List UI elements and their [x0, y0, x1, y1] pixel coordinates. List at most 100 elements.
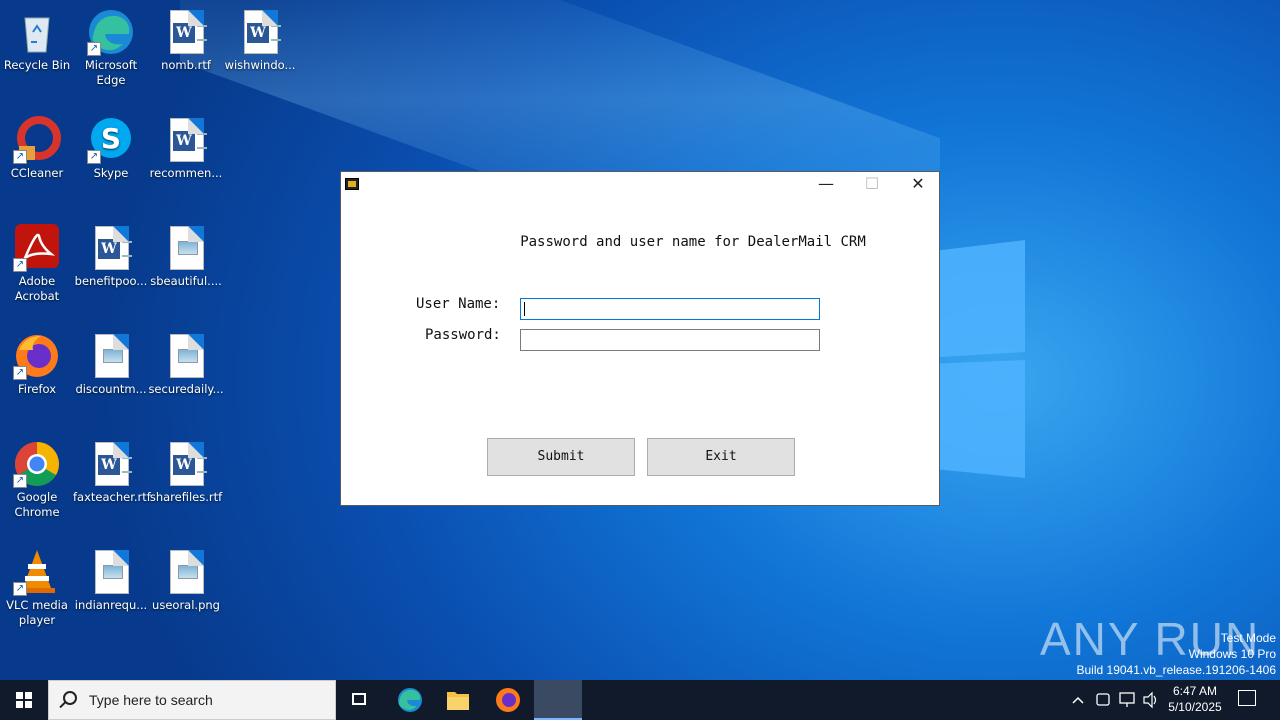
- word-document-icon: W: [95, 226, 132, 270]
- desktop-icon-label: Recycle Bin: [3, 58, 71, 72]
- login-dialog: — ☐ ✕ Password and user name for DealerM…: [340, 171, 940, 506]
- volume-icon[interactable]: [1142, 680, 1160, 720]
- desktop-icon-label: recommen...: [149, 166, 223, 180]
- shortcut-arrow-icon: ↗: [87, 42, 101, 56]
- close-button[interactable]: ✕: [895, 172, 941, 196]
- shortcut-arrow-icon: ↗: [13, 150, 27, 164]
- desktop-icon-label: sharefiles.rtf: [149, 490, 223, 504]
- task-view-button[interactable]: [336, 680, 384, 720]
- shortcut-arrow-icon: ↗: [13, 582, 27, 596]
- edge-icon: [398, 688, 422, 712]
- recycle-bin-icon: [24, 17, 50, 53]
- word-document-icon: W: [170, 10, 207, 54]
- meet-now-icon[interactable]: [1094, 680, 1112, 720]
- clock-time: 6:47 AM: [1172, 684, 1218, 698]
- clock-date: 5/10/2025: [1168, 700, 1222, 714]
- desktop-icon-useoral[interactable]: useoral.png: [148, 548, 224, 613]
- desktop-icon-label: nomb.rtf: [161, 58, 211, 72]
- desktop-icon-label: Adobe Acrobat: [14, 274, 60, 303]
- taskbar-clock[interactable]: 6:47 AM 5/10/2025: [1160, 683, 1230, 715]
- desktop-icon-label: Firefox: [17, 382, 57, 396]
- search-icon: [63, 691, 77, 705]
- text-caret: [524, 302, 525, 316]
- show-hidden-icons-chevron-icon[interactable]: [1070, 680, 1086, 720]
- maximize-button: ☐: [864, 174, 880, 193]
- desktop-icon-adobe-acrobat[interactable]: ↗ Adobe Acrobat: [0, 224, 75, 304]
- desktop-icon-label: securedaily...: [148, 382, 224, 396]
- desktop-icon-recycle-bin[interactable]: Recycle Bin: [0, 8, 75, 73]
- test-mode-text: Test Mode Windows 10 Pro Build 19041.vb_…: [1077, 630, 1277, 678]
- desktop-icon-benefitpoo[interactable]: W benefitpoo...: [73, 224, 149, 289]
- notification-center-icon[interactable]: [1238, 690, 1256, 706]
- desktop-icon-firefox[interactable]: ↗ Firefox: [0, 332, 75, 397]
- firefox-icon: [496, 688, 520, 712]
- desktop-icon-skype[interactable]: S ↗ Skype: [73, 116, 149, 181]
- desktop-icon-vlc[interactable]: ↗ VLC media player: [0, 548, 75, 628]
- desktop-icon-label: wishwindo...: [224, 58, 296, 72]
- task-view-icon: [352, 693, 366, 705]
- desktop-icon-label: useoral.png: [152, 598, 220, 612]
- desktop-icon-securedaily[interactable]: securedaily...: [148, 332, 224, 397]
- dialog-titlebar[interactable]: — ☐ ✕: [341, 172, 939, 196]
- dialog-heading: Password and user name for DealerMail CR…: [520, 234, 866, 250]
- taskbar-firefox[interactable]: [484, 680, 532, 720]
- taskbar: Type here to search 6:47 AM 5/10/2025: [0, 680, 1280, 720]
- image-file-icon: [170, 550, 204, 594]
- desktop-icon-label: Google Chrome: [14, 490, 60, 519]
- desktop-icon-nomb[interactable]: W nomb.rtf: [148, 8, 224, 73]
- desktop-icon-wishwindo[interactable]: W wishwindo...: [222, 8, 298, 73]
- desktop-icon-sbeautiful[interactable]: sbeautiful....: [148, 224, 224, 289]
- taskbar-file-explorer[interactable]: [434, 680, 482, 720]
- desktop-icon-label: VLC media player: [6, 598, 68, 627]
- image-file-icon: [170, 226, 204, 270]
- desktop-icon-sharefiles[interactable]: W sharefiles.rtf: [148, 440, 224, 505]
- exit-button[interactable]: Exit: [647, 438, 795, 476]
- desktop-icon-label: Skype: [93, 166, 129, 180]
- taskbar-edge[interactable]: [386, 680, 434, 720]
- desktop-icon-recommen[interactable]: W recommen...: [148, 116, 224, 181]
- start-button[interactable]: [0, 680, 48, 720]
- taskbar-search-box[interactable]: Type here to search: [48, 680, 336, 720]
- test-mode-line: Test Mode: [1220, 631, 1276, 645]
- desktop-icon-faxteacher[interactable]: W faxteacher.rtf: [73, 440, 151, 505]
- network-icon[interactable]: [1118, 680, 1136, 720]
- shortcut-arrow-icon: ↗: [13, 366, 27, 380]
- word-document-icon: W: [170, 442, 207, 486]
- desktop-icon-label: discountm...: [75, 382, 147, 396]
- word-document-icon: W: [170, 118, 207, 162]
- word-document-icon: W: [244, 10, 281, 54]
- desktop-icon-label: sbeautiful....: [150, 274, 222, 288]
- shortcut-arrow-icon: ↗: [87, 150, 101, 164]
- folder-icon: [447, 692, 469, 710]
- image-file-icon: [95, 334, 129, 378]
- shortcut-arrow-icon: ↗: [13, 474, 27, 488]
- password-label: Password:: [425, 327, 501, 343]
- image-file-icon: [170, 334, 204, 378]
- windows-start-icon: [16, 692, 32, 708]
- shortcut-arrow-icon: ↗: [13, 258, 27, 272]
- desktop-icon-microsoft-edge[interactable]: ↗ Microsoft Edge: [73, 8, 149, 88]
- windows-logo-wallpaper: [925, 240, 1025, 478]
- word-document-icon: W: [95, 442, 132, 486]
- desktop-icon-label: CCleaner: [10, 166, 64, 180]
- desktop-icon-indianrequ[interactable]: indianrequ...: [73, 548, 149, 613]
- desktop-icon-label: faxteacher.rtf: [73, 490, 151, 504]
- username-input[interactable]: [520, 298, 820, 320]
- desktop-icon-label: indianrequ...: [74, 598, 148, 612]
- username-label: User Name:: [416, 296, 501, 312]
- submit-button[interactable]: Submit: [487, 438, 635, 476]
- desktop-icon-discountm[interactable]: discountm...: [73, 332, 149, 397]
- windows-edition-line: Windows 10 Pro: [1188, 647, 1276, 661]
- desktop-icon-ccleaner[interactable]: ↗ CCleaner: [0, 116, 75, 181]
- search-placeholder: Type here to search: [89, 692, 213, 708]
- minimize-button[interactable]: —: [803, 172, 849, 196]
- desktop-icon-label: benefitpoo...: [74, 274, 148, 288]
- svg-text:S: S: [101, 122, 121, 155]
- desktop-icon-label: Microsoft Edge: [84, 58, 138, 87]
- desktop-icon-google-chrome[interactable]: ↗ Google Chrome: [0, 440, 75, 520]
- app-icon: [345, 178, 359, 190]
- build-line: Build 19041.vb_release.191206-1406: [1076, 663, 1277, 677]
- password-input[interactable]: [520, 329, 820, 351]
- image-file-icon: [95, 550, 129, 594]
- taskbar-active-app[interactable]: [534, 680, 582, 720]
